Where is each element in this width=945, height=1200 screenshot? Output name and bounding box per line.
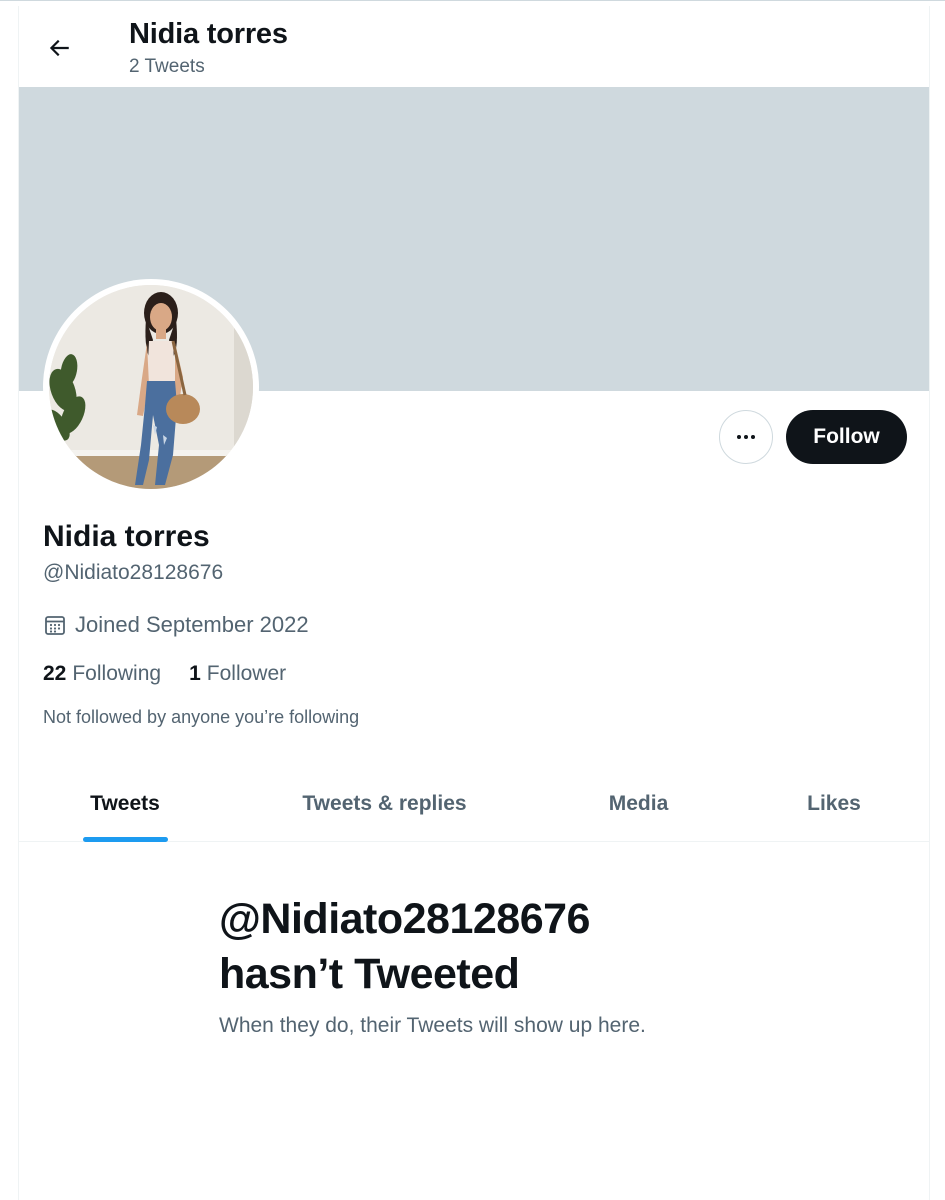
back-button[interactable] bbox=[39, 28, 79, 68]
empty-state-title-line2: hasn’t Tweeted bbox=[219, 950, 520, 998]
profile-tabs: Tweets Tweets & replies Media Likes bbox=[19, 766, 929, 842]
follow-button[interactable]: Follow bbox=[786, 410, 907, 464]
arrow-left-icon bbox=[49, 39, 69, 57]
followers-label: Follower bbox=[206, 662, 287, 685]
empty-state-subtitle: When they do, their Tweets will show up … bbox=[219, 1014, 646, 1037]
calendar-icon bbox=[45, 616, 65, 635]
joined-text: Joined September 2022 bbox=[75, 612, 309, 637]
header-tweet-count: 2 Tweets bbox=[129, 56, 205, 77]
tab-label: Media bbox=[608, 792, 669, 815]
more-options-button[interactable] bbox=[719, 410, 773, 464]
tab-tweets-replies[interactable]: Tweets & replies bbox=[231, 766, 538, 842]
tab-label: Tweets & replies bbox=[302, 792, 467, 815]
not-followed-notice: Not followed by anyone you’re following bbox=[43, 707, 360, 727]
profile-handle: @Nidiato28128676 bbox=[43, 561, 224, 584]
more-horizontal-icon bbox=[737, 435, 755, 439]
empty-state-title-line1: @Nidiato28128676 bbox=[219, 895, 590, 943]
following-count: 22 bbox=[43, 662, 67, 685]
empty-state-title: @Nidiato28128676 hasn’t Tweeted bbox=[219, 892, 779, 1002]
profile-column: Nidia torres 2 Tweets Follow Nidia torre… bbox=[18, 6, 930, 1200]
following-link[interactable]: 22 Following bbox=[43, 662, 161, 686]
tab-tweets[interactable]: Tweets bbox=[19, 766, 231, 842]
avatar[interactable] bbox=[43, 279, 259, 495]
followers-count: 1 bbox=[189, 662, 201, 685]
profile-display-name: Nidia torres bbox=[43, 520, 210, 553]
tab-media[interactable]: Media bbox=[538, 766, 739, 842]
following-label: Following bbox=[72, 662, 162, 685]
tab-label: Likes bbox=[807, 792, 861, 815]
joined-date: Joined September 2022 bbox=[43, 612, 309, 638]
tab-label: Tweets bbox=[90, 792, 160, 815]
followers-link[interactable]: 1 Follower bbox=[189, 662, 286, 686]
follow-counts: 22 Following 1 Follower bbox=[43, 662, 286, 686]
profile-header: Nidia torres 2 Tweets bbox=[19, 6, 929, 88]
header-title: Nidia torres bbox=[129, 18, 288, 50]
active-tab-indicator bbox=[83, 837, 168, 842]
avatar-photo bbox=[49, 285, 253, 489]
tab-likes[interactable]: Likes bbox=[739, 766, 929, 842]
avatar-photo-illustration bbox=[49, 285, 253, 489]
